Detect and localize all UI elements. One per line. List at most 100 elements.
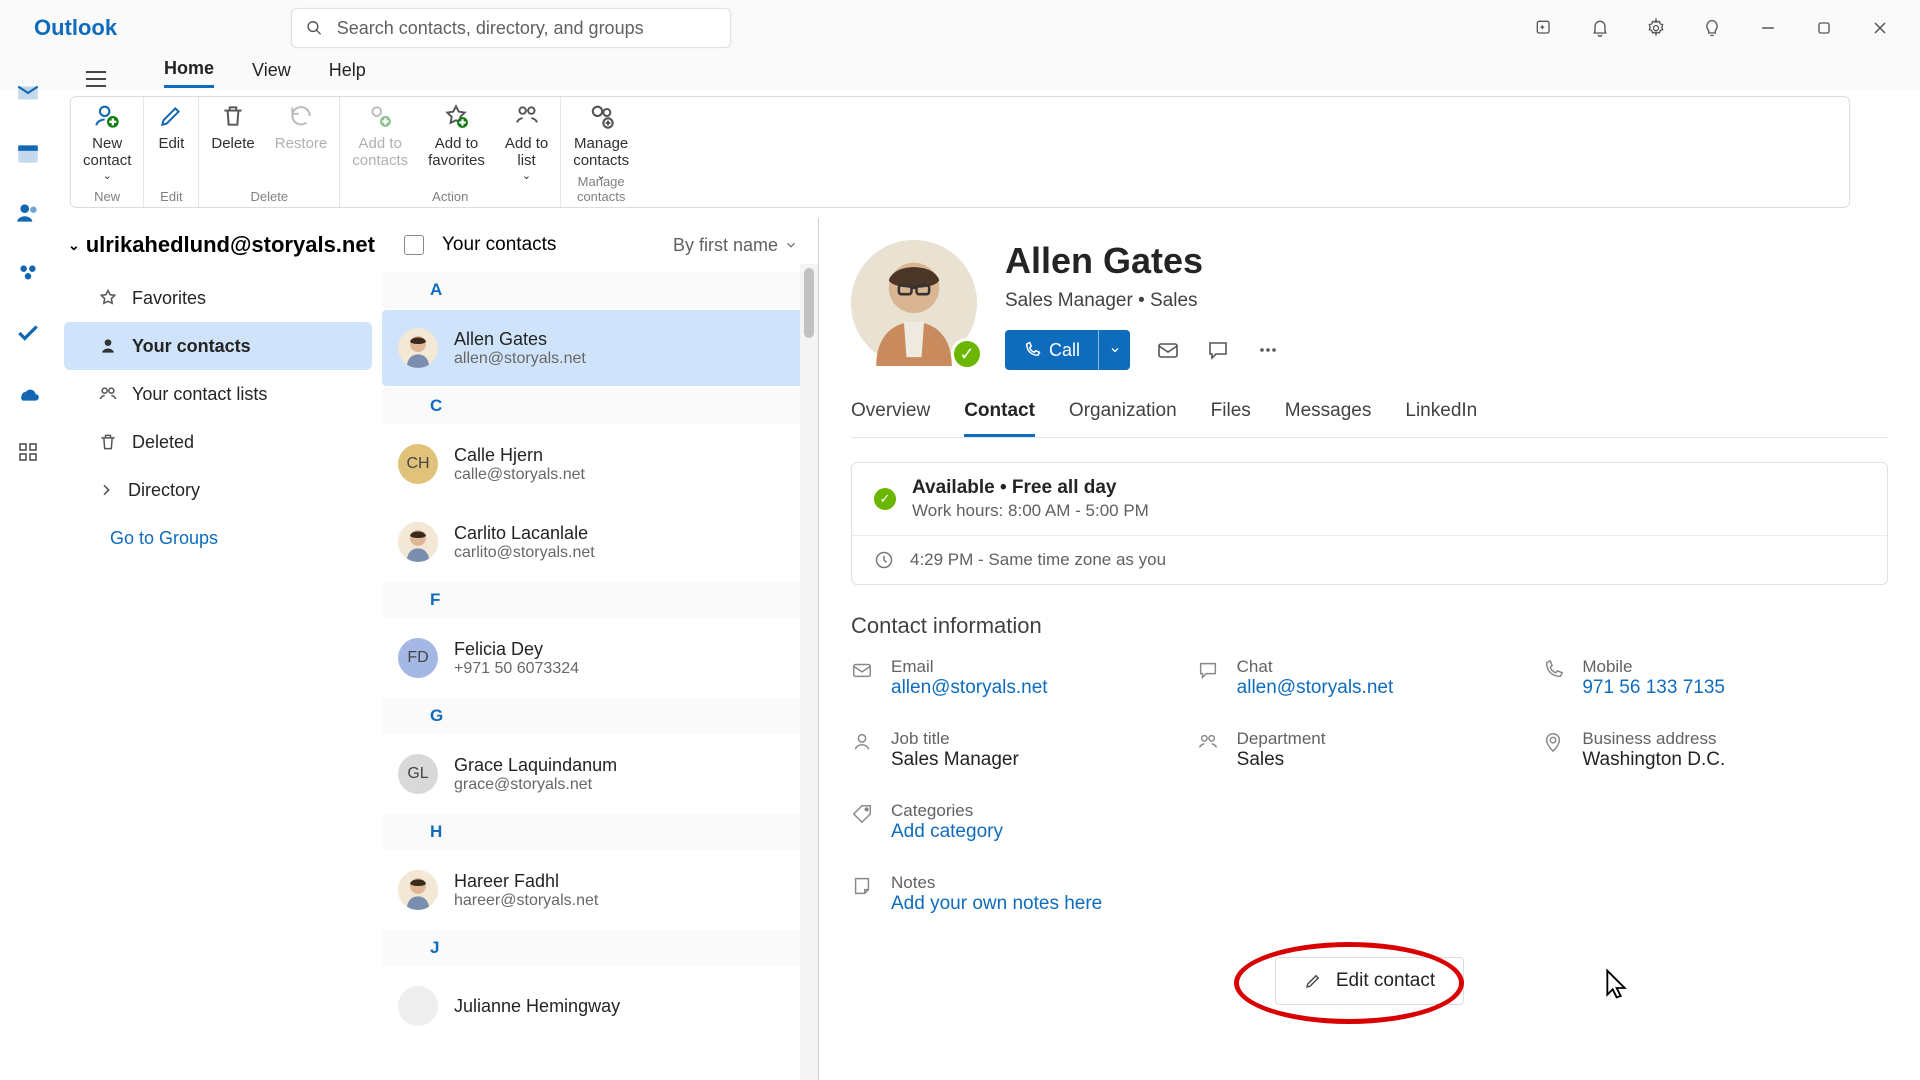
list-letter-header: C (382, 388, 808, 424)
contact-row[interactable]: Carlito Lacanlalecarlito@storyals.net (382, 504, 808, 580)
contact-sub: grace@storyals.net (454, 776, 617, 794)
tab-help[interactable]: Help (329, 60, 366, 87)
contact-row[interactable]: GL Grace Laquindanumgrace@storyals.net (382, 736, 808, 812)
edit-button[interactable]: Edit (156, 101, 186, 152)
phone-icon (1023, 341, 1041, 359)
minimize-icon[interactable] (1758, 18, 1778, 38)
list-letter-header: F (382, 582, 808, 618)
list-letter-header: H (382, 814, 808, 850)
titlebar: Outlook (0, 0, 1920, 56)
calendar-app-icon[interactable] (15, 140, 41, 166)
call-split-button[interactable] (1098, 330, 1130, 370)
edit-contact-button[interactable]: Edit contact (1275, 957, 1464, 1005)
star-icon (98, 288, 118, 308)
people-icon (98, 384, 118, 404)
sidebar-item-your-contacts[interactable]: Your contacts (64, 322, 372, 370)
profile-tabs: Overview Contact Organization Files Mess… (851, 400, 1888, 438)
add-to-favorites-button[interactable]: Add to favorites (428, 101, 485, 182)
sidebar-item-deleted[interactable]: Deleted (64, 418, 372, 466)
bell-icon[interactable] (1590, 18, 1610, 38)
sidebar-item-directory[interactable]: Directory (64, 466, 372, 514)
contact-row[interactable]: Allen Gatesallen@storyals.net (382, 310, 808, 386)
gear-icon[interactable] (1646, 18, 1666, 38)
tab-messages[interactable]: Messages (1285, 400, 1372, 437)
close-icon[interactable] (1870, 18, 1890, 38)
mail-icon[interactable] (1156, 338, 1180, 362)
sidebar-item-favorites[interactable]: Favorites (64, 274, 372, 322)
contact-name: Grace Laquindanum (454, 755, 617, 776)
tab-home[interactable]: Home (164, 58, 214, 88)
search-input[interactable] (337, 18, 716, 39)
list-letter-header: A (382, 272, 808, 308)
list-scrollbar[interactable] (800, 264, 818, 1080)
avatar: FD (398, 638, 438, 678)
sidebar-item-contact-lists[interactable]: Your contact lists (64, 370, 372, 418)
contact-name: Carlito Lacanlale (454, 523, 595, 544)
tab-overview[interactable]: Overview (851, 400, 930, 437)
contact-row[interactable]: Julianne Hemingway (382, 968, 808, 1044)
section-contact-info: Contact information (851, 613, 1888, 639)
tab-organization[interactable]: Organization (1069, 400, 1177, 437)
location-icon (1542, 731, 1564, 753)
list-title: Your contacts (442, 234, 556, 256)
tab-contact[interactable]: Contact (964, 400, 1035, 437)
profile-name: Allen Gates (1005, 240, 1280, 282)
app-brand: Outlook (4, 15, 117, 41)
chat-icon[interactable] (1206, 338, 1230, 362)
tab-linkedin[interactable]: LinkedIn (1405, 400, 1477, 437)
contact-row[interactable]: FDFelicia Dey+971 50 6073324 (382, 620, 808, 696)
mail-app-icon[interactable] (15, 80, 41, 106)
contact-row[interactable]: Hareer Fadhlhareer@storyals.net (382, 852, 808, 928)
contact-sub: allen@storyals.net (454, 350, 586, 368)
tab-files[interactable]: Files (1211, 400, 1251, 437)
person-icon (98, 336, 118, 356)
avatar (398, 522, 438, 562)
restore-button: Restore (275, 101, 328, 152)
list-letter-header: J (382, 930, 808, 966)
presence-badge: ✓ (951, 338, 983, 370)
field-chat: Chatallen@storyals.net (1197, 657, 1543, 699)
lightbulb-icon[interactable] (1702, 18, 1722, 38)
hamburger-icon[interactable] (84, 70, 108, 88)
avatar (398, 328, 438, 368)
detail-pane: ✓ Allen Gates Sales Manager • Sales Call… (818, 218, 1920, 1080)
contact-name: Julianne Hemingway (454, 996, 620, 1017)
sidebar-item-groups[interactable]: Go to Groups (64, 514, 372, 562)
contact-list: Your contacts By first name AAllen Gates… (378, 218, 818, 1080)
add-to-list-button[interactable]: Add to list ⌄ (505, 101, 548, 182)
list-letter-header: G (382, 698, 808, 734)
field-department: DepartmentSales (1197, 729, 1543, 771)
contact-name: Felicia Dey (454, 639, 579, 660)
chevron-down-icon (784, 238, 798, 252)
chevron-right-icon (98, 482, 114, 498)
tag-icon (851, 803, 873, 825)
new-contact-button[interactable]: New contact ⌄ (83, 101, 131, 182)
more-icon[interactable] (1256, 338, 1280, 362)
manage-contacts-button[interactable]: Manage contacts ⌄ (573, 101, 629, 182)
status-card: ✓ Available • Free all day Work hours: 8… (851, 462, 1888, 585)
avatar: CH (398, 444, 438, 484)
sort-button[interactable]: By first name (673, 235, 798, 256)
field-jobtitle: Job titleSales Manager (851, 729, 1197, 771)
select-all-checkbox[interactable] (404, 235, 424, 255)
delete-button[interactable]: Delete (211, 101, 254, 152)
contact-sub: hareer@storyals.net (454, 892, 598, 910)
account-header[interactable]: ⌄ulrikahedlund@storyals.net (58, 226, 378, 274)
sidebar: ⌄ulrikahedlund@storyals.net Favorites Yo… (58, 218, 378, 1080)
field-email: Emailallen@storyals.net (851, 657, 1197, 699)
field-address: Business addressWashington D.C. (1542, 729, 1888, 771)
note-icon (851, 875, 873, 897)
contact-sub: calle@storyals.net (454, 466, 585, 484)
tab-view[interactable]: View (252, 60, 291, 87)
call-button[interactable]: Call (1005, 330, 1130, 370)
maximize-icon[interactable] (1814, 18, 1834, 38)
contact-name: Hareer Fadhl (454, 871, 598, 892)
avatar: GL (398, 754, 438, 794)
clock-icon (874, 550, 894, 570)
search-box[interactable] (291, 8, 731, 48)
sparkle-icon[interactable] (1534, 18, 1554, 38)
contact-name: Allen Gates (454, 329, 586, 350)
field-notes: NotesAdd your own notes here (851, 873, 1888, 915)
trash-icon (98, 432, 118, 452)
contact-row[interactable]: CHCalle Hjerncalle@storyals.net (382, 426, 808, 502)
